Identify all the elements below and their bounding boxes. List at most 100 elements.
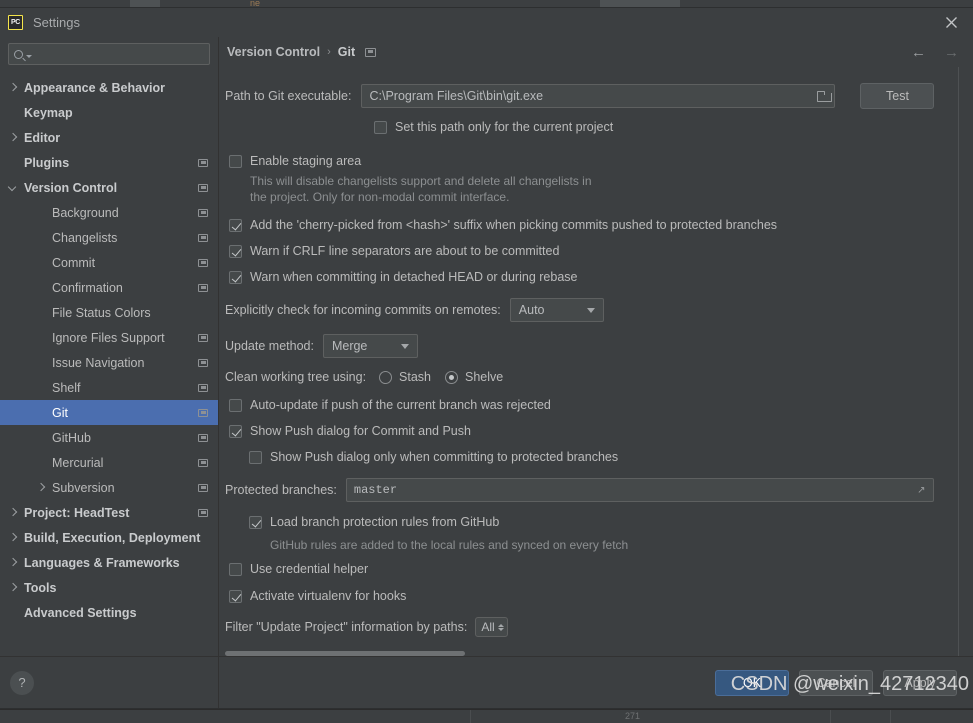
checkbox-box [229,590,242,603]
show-push-dialog-protected-label: Show Push dialog only when committing to… [270,450,619,464]
update-method-dropdown[interactable]: Merge [322,334,418,358]
checkbox-box [229,155,242,168]
sidebar-item-background[interactable]: Background [0,200,218,225]
sidebar-item-label: Shelf [52,380,81,395]
window-title: Settings [33,15,80,30]
show-push-dialog-label: Show Push dialog for Commit and Push [250,424,471,438]
sidebar-item-shelf[interactable]: Shelf [0,375,218,400]
chevron-right-icon[interactable] [8,582,19,593]
git-path-label: Path to Git executable: [225,89,352,103]
sidebar-item-git[interactable]: Git [0,400,218,425]
sidebar-item-subversion[interactable]: Subversion [0,475,218,500]
stash-radio[interactable]: Stash [379,370,431,384]
sidebar-item-version-control[interactable]: Version Control [0,175,218,200]
expand-icon[interactable]: ↗ [916,485,927,496]
warn-crlf-checkbox[interactable]: Warn if CRLF line separators are about t… [229,244,959,259]
breadcrumb-parent[interactable]: Version Control [227,45,320,59]
activate-virtualenv-checkbox[interactable]: Activate virtualenv for hooks [229,589,959,604]
sidebar-item-commit[interactable]: Commit [0,250,218,275]
forward-arrow-icon[interactable]: → [944,45,959,60]
auto-update-rejected-checkbox[interactable]: Auto-update if push of the current branc… [229,398,959,413]
enable-staging-area-checkbox[interactable]: Enable staging area [229,154,959,169]
sidebar-item-changelists[interactable]: Changelists [0,225,218,250]
warn-detached-head-label: Warn when committing in detached HEAD or… [250,270,578,284]
checkbox-box [229,245,242,258]
help-button[interactable]: ? [10,670,34,695]
sidebar-item-appearance-behavior[interactable]: Appearance & Behavior [0,75,218,100]
sidebar-item-advanced-settings[interactable]: Advanced Settings [0,600,218,625]
filter-paths-value: All [481,620,495,634]
show-push-dialog-checkbox[interactable]: Show Push dialog for Commit and Push [229,424,959,439]
sidebar-item-confirmation[interactable]: Confirmation [0,275,218,300]
shelve-radio-label: Shelve [465,370,504,384]
sidebar-item-tools[interactable]: Tools [0,575,218,600]
sidebar-item-label: Appearance & Behavior [24,80,166,95]
sidebar-item-label: Version Control [24,180,118,195]
filter-paths-label: Filter "Update Project" information by p… [225,620,468,634]
sidebar-item-editor[interactable]: Editor [0,125,218,150]
incoming-commits-dropdown[interactable]: Auto [509,298,604,322]
load-github-rules-checkbox[interactable]: Load branch protection rules from GitHub [249,515,959,530]
back-arrow-icon[interactable]: ← [911,45,926,60]
settings-dialog: PC Settings Appearance & Behavior Keymap E… [0,7,973,709]
git-path-field[interactable] [361,84,836,108]
radio-circle [445,370,459,384]
sidebar-item-build-execution-deployment[interactable]: Build, Execution, Deployment [0,525,218,550]
settings-sidebar: Appearance & Behavior Keymap Editor Plugins… [0,37,219,708]
ok-button[interactable]: OK [715,669,789,696]
protected-branches-input[interactable] [353,483,916,497]
status-bar-segment-2 [830,710,880,723]
chevron-right-icon[interactable] [8,507,19,518]
chevron-right-icon[interactable] [8,532,19,543]
sidebar-item-label: Ignore Files Support [52,330,165,345]
dialog-body: Appearance & Behavior Keymap Editor Plugins… [0,37,973,708]
cancel-button[interactable]: Cancel [799,669,873,696]
incoming-commits-row: Explicitly check for incoming commits on… [225,298,959,322]
sidebar-item-label: Build, Execution, Deployment [24,530,201,545]
folder-icon[interactable] [817,91,833,102]
project-scope-icon [198,483,208,492]
update-method-value: Merge [331,339,368,353]
test-button[interactable]: Test [860,83,935,109]
incoming-commits-label: Explicitly check for incoming commits on… [225,303,501,317]
chevron-right-icon[interactable] [8,132,19,143]
shelve-radio[interactable]: Shelve [445,370,503,384]
sidebar-item-mercurial[interactable]: Mercurial [0,450,218,475]
warn-detached-head-checkbox[interactable]: Warn when committing in detached HEAD or… [229,270,959,285]
protected-branches-field[interactable]: ↗ [345,478,934,502]
chevron-right-icon[interactable] [36,482,47,493]
search-box[interactable] [8,43,210,65]
show-push-dialog-protected-checkbox[interactable]: Show Push dialog only when committing to… [249,450,959,465]
sidebar-item-project-headtest[interactable]: Project: HeadTest [0,500,218,525]
search-input[interactable] [32,47,204,61]
use-credential-helper-checkbox[interactable]: Use credential helper [229,562,959,577]
sidebar-item-label: GitHub [52,430,91,445]
sidebar-item-github[interactable]: GitHub [0,425,218,450]
sidebar-item-keymap[interactable]: Keymap [0,100,218,125]
checkbox-box [229,399,242,412]
set-path-project-only-checkbox[interactable]: Set this path only for the current proje… [374,120,959,135]
chevron-right-icon[interactable] [8,82,19,93]
cherry-picked-suffix-checkbox[interactable]: Add the 'cherry-picked from <hash>' suff… [229,218,959,233]
breadcrumb: Version Control › Git ← → [219,37,973,67]
filter-paths-spinner[interactable]: All [475,617,508,637]
apply-button[interactable]: Apply [883,669,957,696]
project-scope-icon [198,433,208,442]
close-icon[interactable] [929,8,973,37]
sidebar-item-issue-navigation[interactable]: Issue Navigation [0,350,218,375]
chevron-right-icon[interactable] [8,557,19,568]
sidebar-item-file-status-colors[interactable]: File Status Colors [0,300,218,325]
git-path-input[interactable] [369,89,814,103]
chevron-down-icon[interactable] [8,182,19,193]
protected-branches-row: Protected branches: ↗ [225,478,959,502]
clean-working-tree-row: Clean working tree using: Stash Shelve [225,370,959,384]
sidebar-item-languages-frameworks[interactable]: Languages & Frameworks [0,550,218,575]
sidebar-item-ignore-files-support[interactable]: Ignore Files Support [0,325,218,350]
radio-circle [379,370,393,384]
sidebar-item-plugins[interactable]: Plugins [0,150,218,175]
